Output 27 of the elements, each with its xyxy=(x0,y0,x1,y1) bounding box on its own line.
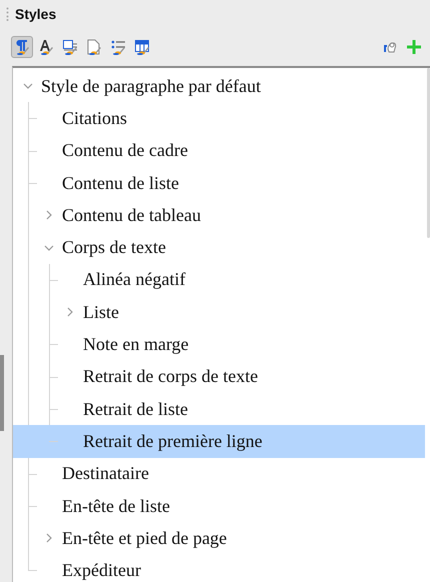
tree-item[interactable]: Liste xyxy=(83,302,119,323)
tree-item[interactable]: Expéditeur xyxy=(62,560,141,582)
expand-chevron-icon[interactable] xyxy=(67,307,73,318)
expand-chevron-icon[interactable] xyxy=(46,533,52,544)
collapse-chevron-icon[interactable] xyxy=(44,244,54,251)
tree-item[interactable]: Contenu de cadre xyxy=(62,140,188,162)
panel-title: Styles xyxy=(15,6,56,22)
tree-item[interactable]: Contenu de tableau xyxy=(62,204,201,226)
scrollbar[interactable] xyxy=(427,68,430,238)
tree-item[interactable]: Alinéa négatif xyxy=(83,269,186,290)
add-icon[interactable] xyxy=(406,39,422,55)
tree-item[interactable]: Note en marge xyxy=(83,334,189,356)
paragraph-styles-button[interactable] xyxy=(11,36,33,58)
tree-item[interactable]: Style de paragraphe par défaut xyxy=(41,76,261,97)
collapse-chevron-icon[interactable] xyxy=(23,83,33,90)
tree-item[interactable]: Citations xyxy=(62,108,128,129)
tree-item[interactable]: Retrait de liste xyxy=(83,398,188,420)
tree-item[interactable]: Contenu de liste xyxy=(62,172,179,194)
tree-item[interactable]: Corps de texte xyxy=(62,237,166,258)
expand-chevron-icon[interactable] xyxy=(46,210,52,220)
tree-item[interactable]: Retrait de corps de texte xyxy=(83,366,258,388)
tree-item[interactable]: En-tête de liste xyxy=(62,496,170,516)
tree-item[interactable]: Retrait de première ligne xyxy=(83,430,262,452)
tree-item[interactable]: En-tête et pied de page xyxy=(62,528,227,549)
splitter-handle[interactable] xyxy=(0,355,4,431)
tree-item[interactable]: Destinataire xyxy=(62,463,149,484)
grip-icon[interactable] xyxy=(6,7,9,21)
